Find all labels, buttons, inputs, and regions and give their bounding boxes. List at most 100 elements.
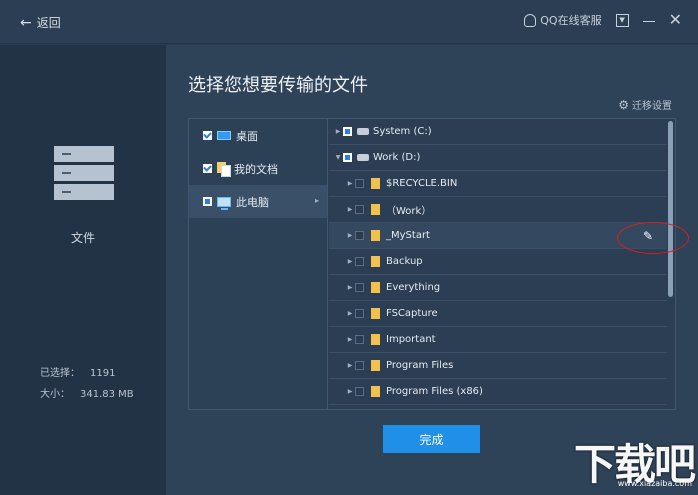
tree-checkbox[interactable]: [355, 361, 364, 370]
documents-icon: [217, 162, 231, 177]
tree-checkbox[interactable]: [355, 283, 364, 292]
desktop-icon: [217, 131, 231, 140]
expand-icon[interactable]: ▶: [345, 206, 355, 213]
minimize-button[interactable]: [642, 14, 655, 26]
tree-label: Backup: [386, 256, 423, 267]
page-title: 选择您想要传输的文件: [188, 75, 368, 96]
headset-icon: [524, 13, 537, 27]
window-controls: QQ在线客服 ▼ ✕: [524, 12, 682, 28]
tree-row[interactable]: ▶ Program Files (x86): [329, 379, 667, 405]
expand-icon[interactable]: ▶: [345, 284, 355, 291]
size-label: 大小：: [40, 389, 70, 400]
watermark: 下载吧 www.xiazaiba.com: [558, 431, 698, 491]
expand-icon[interactable]: ▶: [345, 310, 355, 317]
tree-label: Program Files: [386, 360, 454, 371]
tree-checkbox[interactable]: [355, 387, 364, 396]
location-item-desktop[interactable]: 桌面: [189, 119, 327, 152]
close-icon: ✕: [668, 10, 682, 29]
location-list: 桌面 我的文档 此电脑 ▸: [189, 119, 328, 409]
tree-row[interactable]: ▶ Program Files: [329, 353, 667, 379]
selected-count-label: 已选择：: [40, 368, 80, 379]
tree-checkbox[interactable]: [355, 335, 364, 344]
migrate-settings-button[interactable]: ⚙ 迁移设置: [618, 97, 672, 113]
file-stack-icon: [54, 146, 114, 203]
tree-checkbox[interactable]: [355, 205, 364, 214]
tree-label: Important: [386, 334, 436, 345]
folder-icon: [371, 386, 380, 397]
close-button[interactable]: ✕: [668, 10, 682, 29]
tree-row[interactable]: ▶ System (C:): [329, 119, 667, 145]
tree-scrollbar[interactable]: [668, 121, 673, 297]
back-button[interactable]: ← 返回: [20, 14, 61, 31]
collapse-icon[interactable]: ▼: [333, 154, 343, 161]
computer-icon: [217, 196, 231, 210]
folder-icon: [371, 282, 380, 293]
tree-label: $RECYCLE.BIN: [386, 178, 458, 189]
tree-row[interactable]: ▶ _MyStart ✎: [329, 223, 667, 249]
expand-icon[interactable]: ▶: [345, 362, 355, 369]
main-content: 选择您想要传输的文件 ⚙ 迁移设置 桌面 我的文档 此电脑 ▸ ▶ System…: [166, 45, 698, 495]
qq-support-button[interactable]: QQ在线客服: [524, 12, 602, 28]
edit-pencil-icon[interactable]: ✎: [643, 229, 653, 243]
selection-stats: 已选择： 1191 大小： 341.83 MB: [40, 363, 134, 405]
location-label: 桌面: [236, 129, 258, 143]
tree-checkbox[interactable]: [355, 231, 364, 240]
tree-row[interactable]: ▶ FSCapture: [329, 301, 667, 327]
location-checkbox[interactable]: [203, 164, 212, 173]
migrate-settings-label: 迁移设置: [632, 101, 672, 112]
tree-checkbox[interactable]: [355, 309, 364, 318]
drive-icon: [357, 154, 369, 161]
gear-icon: ⚙: [618, 97, 629, 112]
back-label: 返回: [36, 16, 61, 30]
category-label: 文件: [70, 231, 95, 245]
tree-row[interactable]: ▶ Important: [329, 327, 667, 353]
menu-dropdown-button[interactable]: ▼: [615, 13, 629, 27]
expand-icon[interactable]: ▶: [333, 128, 343, 135]
file-selection-panel: 桌面 我的文档 此电脑 ▸ ▶ System (C:) ▼ Work (D:) …: [188, 118, 676, 410]
location-checkbox[interactable]: [203, 197, 212, 206]
expand-icon[interactable]: ▶: [345, 232, 355, 239]
tree-row[interactable]: ▶ Everything: [329, 275, 667, 301]
expand-icon[interactable]: ▶: [345, 180, 355, 187]
tree-checkbox[interactable]: [343, 127, 352, 136]
tree-label: _MyStart: [386, 230, 430, 241]
sidebar: 文件 已选择： 1191 大小： 341.83 MB: [0, 45, 166, 495]
folder-icon: [371, 308, 380, 319]
folder-icon: [371, 256, 380, 267]
size-value: 341.83 MB: [80, 389, 134, 400]
folder-icon: [371, 334, 380, 345]
tree-label: Work (D:): [373, 152, 421, 163]
selected-count-value: 1191: [90, 368, 116, 379]
tree-checkbox[interactable]: [355, 257, 364, 266]
done-button[interactable]: 完成: [383, 425, 480, 453]
expand-icon[interactable]: ▶: [345, 258, 355, 265]
tree-label: FSCapture: [386, 308, 438, 319]
folder-icon: [371, 204, 380, 215]
location-label: 我的文档: [234, 162, 278, 176]
folder-tree: ▶ System (C:) ▼ Work (D:) ▶ $RECYCLE.BIN…: [329, 119, 675, 409]
location-item-documents[interactable]: 我的文档: [189, 152, 327, 185]
chevron-right-icon: ▸: [314, 196, 319, 205]
location-item-this-pc[interactable]: 此电脑 ▸: [189, 185, 327, 218]
expand-icon[interactable]: ▶: [345, 336, 355, 343]
tree-label: （Work）: [386, 206, 432, 217]
tree-row[interactable]: ▶ （Work）: [329, 197, 667, 223]
expand-icon[interactable]: ▶: [345, 388, 355, 395]
title-bar: ← 返回 QQ在线客服 ▼ ✕: [0, 0, 698, 44]
watermark-url: www.xiazaiba.com: [617, 479, 692, 488]
tree-row[interactable]: ▶ Backup: [329, 249, 667, 275]
tree-label: Everything: [386, 282, 441, 293]
location-label: 此电脑: [236, 195, 269, 209]
tree-row[interactable]: ▼ Work (D:): [329, 145, 667, 171]
qq-support-label: QQ在线客服: [540, 14, 602, 27]
tree-checkbox[interactable]: [343, 153, 352, 162]
back-arrow-icon: ←: [20, 14, 32, 31]
folder-icon: [371, 230, 380, 241]
folder-icon: [371, 360, 380, 371]
tree-label: Program Files (x86): [386, 386, 483, 397]
tree-checkbox[interactable]: [355, 179, 364, 188]
tree-row[interactable]: ▶ $RECYCLE.BIN: [329, 171, 667, 197]
location-checkbox[interactable]: [203, 131, 212, 140]
drive-icon: [357, 128, 369, 135]
chevron-down-icon: ▼: [619, 15, 625, 24]
